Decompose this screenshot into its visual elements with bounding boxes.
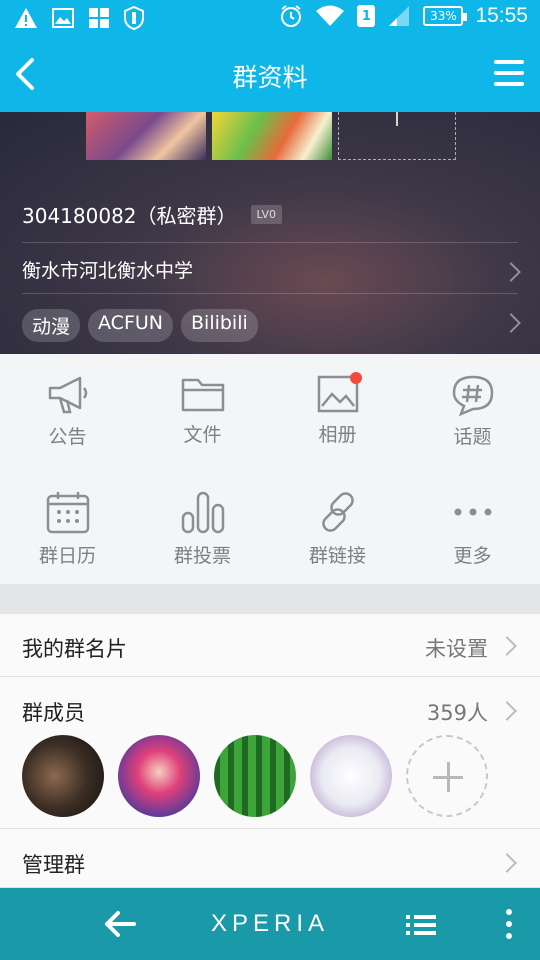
files-label: 文件 xyxy=(183,424,222,446)
image-icon xyxy=(52,8,74,28)
topic-label: 话题 xyxy=(453,426,492,448)
announcement-button[interactable]: 公告 xyxy=(0,354,135,469)
group-photos xyxy=(86,112,456,160)
list-icon xyxy=(406,915,436,935)
menu-icon xyxy=(494,60,524,86)
warning-icon xyxy=(15,8,37,28)
alarm-icon xyxy=(281,5,302,27)
more-button[interactable]: 更多 xyxy=(405,469,540,584)
system-nav-bar: XPERIA xyxy=(0,888,540,960)
divider xyxy=(22,242,518,243)
page-title: 群资料 xyxy=(232,63,308,92)
chevron-right-icon xyxy=(501,262,521,282)
group-link-label: 群链接 xyxy=(308,545,366,567)
level-badge: LV0 xyxy=(250,205,282,224)
tag-chip: ACFUN xyxy=(88,309,173,342)
avatar[interactable] xyxy=(310,735,392,817)
chevron-right-icon xyxy=(497,636,517,656)
group-header: 304180082（私密群） LV0 衡水市河北衡水中学 动漫 ACFUN Bi… xyxy=(0,112,540,354)
wifi-icon xyxy=(316,5,345,26)
clock: 15:55 xyxy=(475,4,528,27)
group-card-value: 未设置 xyxy=(425,637,488,661)
manage-group-row[interactable]: 管理群 xyxy=(0,829,540,888)
status-bar: 1 33% 15:55 xyxy=(0,0,540,36)
topic-icon xyxy=(452,375,493,416)
more-label: 更多 xyxy=(453,545,492,567)
avatar[interactable] xyxy=(22,735,104,817)
vote-label: 群投票 xyxy=(173,545,231,567)
divider xyxy=(22,293,518,294)
group-photo[interactable] xyxy=(86,112,206,160)
vote-button[interactable]: 群投票 xyxy=(135,469,270,584)
overflow-menu-button[interactable] xyxy=(504,908,514,944)
signal-icon xyxy=(389,6,410,26)
announcement-label: 公告 xyxy=(48,426,87,448)
member-avatars xyxy=(22,735,488,817)
album-label: 相册 xyxy=(318,424,357,446)
group-photo[interactable] xyxy=(212,112,332,160)
members-count: 359人 xyxy=(426,701,488,725)
folder-icon xyxy=(181,378,224,412)
calendar-icon xyxy=(46,492,89,534)
add-member-button[interactable] xyxy=(406,735,488,817)
album-button[interactable]: 相册 xyxy=(270,354,405,469)
files-button[interactable]: 文件 xyxy=(135,354,270,469)
chevron-right-icon xyxy=(497,701,517,721)
chevron-right-icon xyxy=(497,853,517,873)
brand-logo: XPERIA xyxy=(210,910,330,937)
avatar[interactable] xyxy=(214,735,296,817)
topic-button[interactable]: 话题 xyxy=(405,354,540,469)
calendar-label: 群日历 xyxy=(38,545,96,567)
add-photo-button[interactable] xyxy=(338,112,456,160)
menu-button[interactable] xyxy=(492,58,526,88)
megaphone-icon xyxy=(48,376,87,414)
members-label: 群成员 xyxy=(22,701,85,725)
tag-chip: 动漫 xyxy=(22,309,81,342)
link-icon xyxy=(321,492,354,532)
manage-group-label: 管理群 xyxy=(22,853,85,877)
function-grid: 公告 文件 相册 话题 群日历 群投票 群链接 更多 xyxy=(0,354,540,584)
group-tags[interactable]: 动漫 ACFUN Bilibili xyxy=(22,309,258,342)
grid-icon xyxy=(89,8,109,28)
calendar-button[interactable]: 群日历 xyxy=(0,469,135,584)
more-icon xyxy=(454,508,491,516)
group-id-row: 304180082（私密群） LV0 xyxy=(22,200,282,229)
members-row[interactable]: 群成员 359人 xyxy=(0,677,540,829)
tag-chip: Bilibili xyxy=(181,309,258,342)
group-location[interactable]: 衡水市河北衡水中学 xyxy=(22,256,193,283)
sim-indicator: 1 xyxy=(357,5,376,27)
more-vertical-icon xyxy=(506,909,512,939)
section-gap xyxy=(0,584,540,614)
group-card-row[interactable]: 我的群名片 未设置 xyxy=(0,614,540,677)
title-bar: 群资料 xyxy=(0,36,540,112)
vote-icon xyxy=(181,491,224,534)
group-link-button[interactable]: 群链接 xyxy=(270,469,405,584)
chevron-right-icon xyxy=(501,313,521,333)
group-card-label: 我的群名片 xyxy=(22,637,127,661)
group-id: 304180082（私密群） xyxy=(22,204,237,228)
shield-icon xyxy=(124,6,144,30)
notification-badge xyxy=(350,372,362,384)
battery-indicator: 33% xyxy=(423,6,468,26)
recent-apps-button[interactable] xyxy=(404,912,438,942)
avatar[interactable] xyxy=(118,735,200,817)
